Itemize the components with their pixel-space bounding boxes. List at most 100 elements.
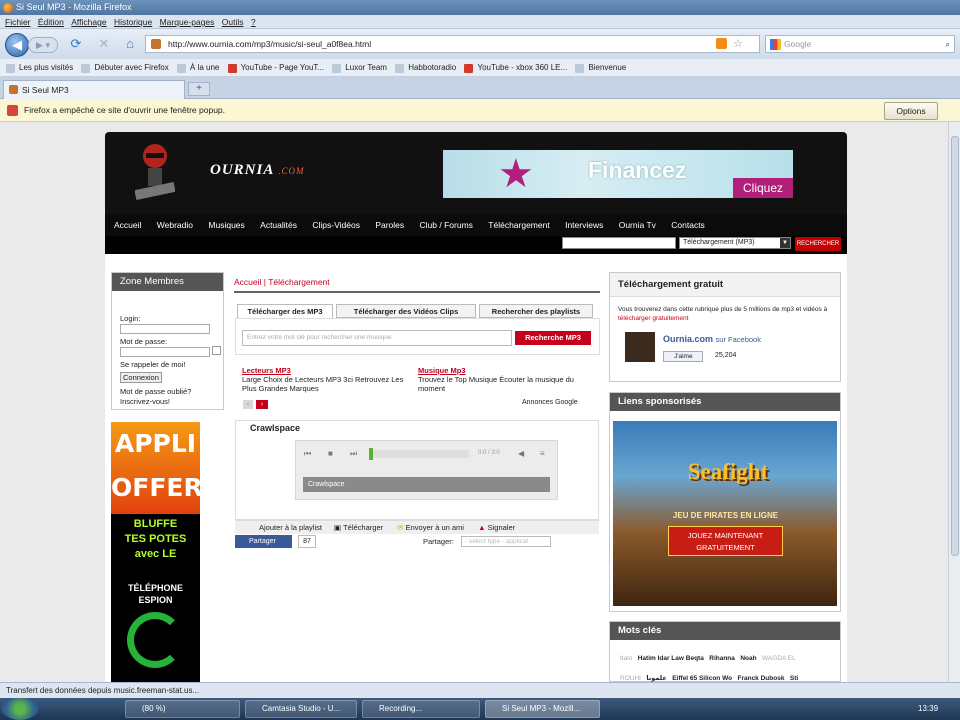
bookmark-item[interactable]: Bienvenue — [575, 59, 626, 76]
keyword-link[interactable]: Franck Dubosk — [737, 675, 784, 682]
nav-musiques[interactable]: Musiques — [208, 214, 244, 236]
reload-icon[interactable]: ⟳ — [68, 36, 84, 52]
tab-mp3[interactable]: Télécharger des MP3 — [237, 304, 333, 318]
taskbar-item[interactable]: Recording... — [362, 700, 480, 718]
new-tab-button[interactable]: + — [188, 82, 210, 96]
register-link[interactable]: Inscrivez-vous! — [120, 397, 170, 406]
menu-outils[interactable]: Outils — [222, 15, 244, 29]
login-field[interactable] — [120, 324, 210, 334]
nav-club-forums[interactable]: Club / Forums — [420, 214, 473, 236]
menu-affichage[interactable]: Affichage — [71, 15, 106, 29]
home-icon[interactable]: ⌂ — [122, 36, 138, 52]
remember-checkbox[interactable] — [212, 346, 221, 355]
menu-historique[interactable]: Historique — [114, 15, 152, 29]
bookmark-item[interactable]: À la une — [176, 59, 219, 76]
share-type-select[interactable]: - select type - applicat — [461, 536, 551, 547]
like-button[interactable]: J'aime — [663, 351, 703, 362]
nav-clips-videos[interactable]: Clips-Vidéos — [312, 214, 360, 236]
facebook-share-button[interactable]: Partager — [235, 535, 292, 548]
taskbar-item[interactable]: (80 %) — [125, 700, 240, 718]
nav-webradio[interactable]: Webradio — [157, 214, 193, 236]
nav-contacts[interactable]: Contacts — [671, 214, 705, 236]
volume-icon[interactable]: ◀ — [518, 449, 524, 458]
spy-phone-app-ad[interactable]: APPLIOFFERTE BLUFFETES POTESavec LE TÉLÉ… — [111, 422, 200, 682]
seafight-play-button[interactable]: JOUEZ MAINTENANT GRATUITEMENT — [668, 526, 783, 556]
bookmark-item[interactable]: Débuter avec Firefox — [81, 59, 169, 76]
add-to-playlist-link[interactable]: Ajouter à la playlist — [259, 523, 322, 532]
bookmark-star-icon[interactable]: ☆ — [733, 36, 743, 52]
password-field[interactable] — [120, 347, 210, 357]
menu-help[interactable]: ? — [251, 15, 256, 29]
ads-by-google[interactable]: Annonces Google — [522, 399, 578, 406]
bookmark-item[interactable]: YouTube - Page YouT... — [227, 59, 324, 76]
mp3-search-button[interactable]: Recherche MP3 — [515, 331, 591, 345]
tab-video-clips[interactable]: Télécharger des Vidéos Clips — [336, 304, 476, 318]
ad-title[interactable]: Musique Mp3 — [418, 366, 588, 375]
ad-lecteurs-mp3[interactable]: Lecteurs MP3 Large Choix de Lecteurs MP3… — [242, 366, 412, 393]
menu-marque-pages[interactable]: Marque-pages — [160, 15, 215, 29]
forgot-password-link[interactable]: Mot de passe oublié? — [120, 387, 191, 396]
browser-search-box[interactable]: Google ⌕ — [765, 35, 955, 53]
bookmark-item[interactable]: YouTube - xbox 360 LE... — [464, 59, 567, 76]
site-search-input[interactable] — [562, 237, 676, 249]
report-link[interactable]: Signaler — [488, 523, 516, 532]
keyword-link[interactable]: Noah — [740, 655, 756, 662]
breadcrumb-home[interactable]: Accueil — [234, 277, 261, 287]
bookmark-item[interactable]: Habbotoradio — [395, 59, 456, 76]
menu-fichier[interactable]: Fichier — [5, 15, 31, 29]
nav-paroles[interactable]: Paroles — [375, 214, 404, 236]
site-search-button[interactable]: RECHERCHER — [795, 237, 841, 251]
taskbar-item[interactable]: Camtasia Studio - U... — [245, 700, 357, 718]
keyword-link[interactable]: Italo — [620, 655, 632, 662]
send-to-friend-link[interactable]: Envoyer à un ami — [406, 523, 464, 532]
progress-track[interactable] — [369, 448, 469, 460]
keyword-link[interactable]: Rihanna — [709, 655, 735, 662]
progress-handle[interactable] — [369, 448, 373, 460]
vertical-scrollbar[interactable] — [948, 122, 960, 682]
rss-icon[interactable] — [716, 38, 727, 49]
tab-playlists[interactable]: Rechercher des playlists — [479, 304, 593, 318]
free-download-link[interactable]: télécharger gratuitement — [618, 315, 688, 322]
nav-accueil[interactable]: Accueil — [114, 214, 141, 236]
forward-button[interactable]: ▶ ▾ — [28, 37, 58, 53]
stop-icon[interactable]: ■ — [328, 449, 333, 458]
banner-cta[interactable]: Cliquez — [733, 178, 793, 198]
nav-ournia-tv[interactable]: Ournia Tv — [619, 214, 656, 236]
bookmark-item[interactable]: Les plus visités — [6, 59, 73, 76]
playlist-icon[interactable]: ≡ — [540, 449, 545, 458]
browser-tab[interactable]: Si Seul MP3 — [3, 80, 185, 99]
menu-edition[interactable]: Édition — [38, 15, 64, 29]
download-link[interactable]: Télécharger — [343, 523, 383, 532]
keyword-link[interactable]: Sti — [790, 675, 798, 682]
popup-options-button[interactable]: Options — [884, 102, 938, 120]
nav-interviews[interactable]: Interviews — [565, 214, 603, 236]
keyword-link[interactable]: Eiffel 65 Silicon Wo — [672, 675, 732, 682]
taskbar-item-firefox[interactable]: Si Seul MP3 - Mozill... — [485, 700, 600, 718]
nav-telechargement[interactable]: Téléchargement — [488, 214, 549, 236]
ads-prev-icon[interactable]: ‹ — [243, 400, 253, 409]
mp3-search-input[interactable]: Entrez votre mot clé pour rechercher une… — [242, 330, 512, 346]
next-track-icon[interactable]: ⏭ — [350, 449, 357, 459]
nav-actualites[interactable]: Actualités — [260, 214, 297, 236]
back-button[interactable]: ◀ — [5, 33, 29, 57]
search-icon[interactable]: ⌕ — [945, 36, 950, 52]
finance-banner-ad[interactable]: ★ Financez Cliquez — [443, 150, 793, 198]
site-logo[interactable]: OURNIA .COM — [210, 162, 305, 179]
keyword-link[interactable]: ROUHI — [620, 675, 641, 682]
prev-track-icon[interactable]: ⏮ — [304, 449, 311, 459]
start-button[interactable] — [2, 698, 38, 720]
seafight-ad[interactable]: Seafight JEU DE PIRATES EN LIGNE JOUEZ M… — [613, 421, 837, 606]
ad-musique-mp3[interactable]: Musique Mp3 Trouvez le Top Musique Écout… — [418, 366, 588, 393]
bookmark-item[interactable]: Luxor Team — [332, 59, 387, 76]
keyword-link[interactable]: علمونا — [646, 675, 666, 682]
url-bar[interactable]: http://www.ournia.com/mp3/music/si-seul_… — [145, 35, 760, 53]
ads-next-icon[interactable]: › — [256, 400, 268, 409]
facebook-page[interactable]: Ournia.com sur Facebook — [663, 334, 761, 344]
keyword-link[interactable]: Hatim Idar Law Beqta — [638, 655, 704, 662]
keyword-link[interactable]: WAGDA EL — [762, 655, 796, 662]
scrollbar-thumb[interactable] — [951, 136, 959, 556]
ad-title[interactable]: Lecteurs MP3 — [242, 366, 412, 375]
stop-icon[interactable]: ✕ — [96, 36, 112, 52]
connect-button[interactable]: Connexion — [120, 372, 162, 383]
site-search-select[interactable]: Téléchargement (MP3) ▼ — [679, 237, 791, 249]
